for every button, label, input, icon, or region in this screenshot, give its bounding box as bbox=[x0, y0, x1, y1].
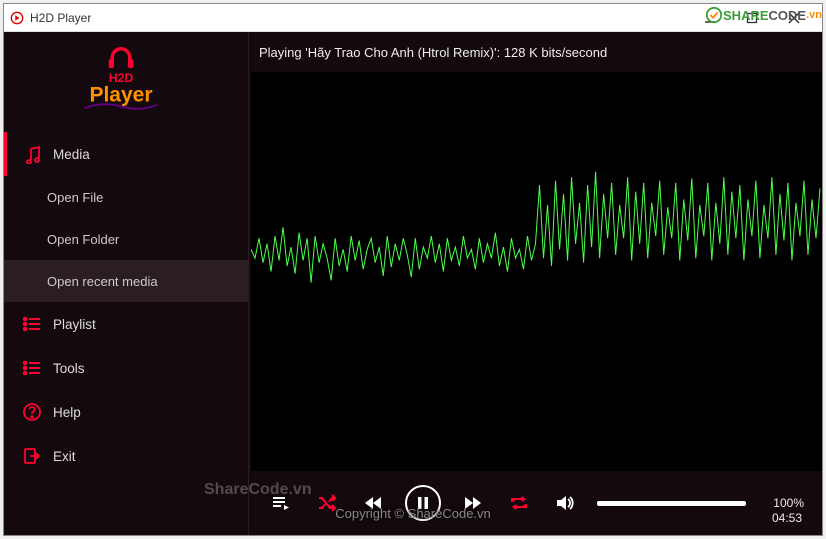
sliders-icon bbox=[21, 357, 43, 379]
list-icon bbox=[21, 313, 43, 335]
sidebar-item-label: Tools bbox=[53, 361, 85, 376]
window-title: H2D Player bbox=[30, 11, 696, 25]
next-button[interactable] bbox=[459, 489, 487, 517]
volume-percent: 100% bbox=[764, 496, 804, 510]
elapsed-time: 04:53 bbox=[762, 511, 802, 525]
playlist-button[interactable] bbox=[267, 489, 295, 517]
app-window: H2D Player H2D Player Me bbox=[3, 3, 823, 536]
sidebar-item-open-recent[interactable]: Open recent media bbox=[4, 260, 248, 302]
exit-icon bbox=[21, 445, 43, 467]
sidebar-item-open-folder[interactable]: Open Folder bbox=[4, 218, 248, 260]
music-note-icon bbox=[21, 143, 43, 165]
logo: H2D Player bbox=[4, 32, 248, 132]
previous-button[interactable] bbox=[359, 489, 387, 517]
sidebar-item-media[interactable]: Media bbox=[4, 132, 248, 176]
minimize-button[interactable] bbox=[696, 8, 724, 28]
sidebar-item-exit[interactable]: Exit bbox=[4, 434, 248, 478]
repeat-button[interactable] bbox=[505, 489, 533, 517]
sidebar-item-label: Playlist bbox=[53, 317, 96, 332]
status-bar: Playing 'Hãy Trao Cho Anh (Htrol Remix)'… bbox=[249, 32, 822, 72]
waveform-viewer bbox=[251, 72, 822, 471]
pause-button[interactable] bbox=[405, 485, 441, 521]
sidebar-item-tools[interactable]: Tools bbox=[4, 346, 248, 390]
shuffle-button[interactable] bbox=[313, 489, 341, 517]
sidebar-item-playlist[interactable]: Playlist bbox=[4, 302, 248, 346]
sidebar-item-label: Exit bbox=[53, 449, 76, 464]
maximize-button[interactable] bbox=[738, 8, 766, 28]
sidebar-item-label: Help bbox=[53, 405, 81, 420]
titlebar[interactable]: H2D Player bbox=[4, 4, 822, 32]
playback-controls: 100% bbox=[249, 471, 822, 535]
sidebar-item-open-file[interactable]: Open File bbox=[4, 176, 248, 218]
sidebar: H2D Player Media Open File Open Folder O… bbox=[4, 32, 248, 535]
volume-button[interactable] bbox=[551, 489, 579, 517]
volume-slider[interactable] bbox=[597, 501, 746, 506]
sidebar-item-label: Open Folder bbox=[47, 232, 119, 247]
sidebar-item-label: Open File bbox=[47, 190, 103, 205]
help-icon bbox=[21, 401, 43, 423]
app-icon bbox=[10, 11, 24, 25]
sidebar-item-help[interactable]: Help bbox=[4, 390, 248, 434]
svg-text:Player: Player bbox=[89, 83, 152, 106]
main-panel: Playing 'Hãy Trao Cho Anh (Htrol Remix)'… bbox=[248, 32, 822, 535]
sidebar-item-label: Media bbox=[53, 147, 90, 162]
sidebar-item-label: Open recent media bbox=[47, 274, 158, 289]
close-button[interactable] bbox=[780, 8, 808, 28]
sidebar-menu: Media Open File Open Folder Open recent … bbox=[4, 132, 248, 535]
window-controls bbox=[696, 8, 816, 28]
media-submenu: Open File Open Folder Open recent media bbox=[4, 176, 248, 302]
now-playing-label: Playing 'Hãy Trao Cho Anh (Htrol Remix)'… bbox=[259, 45, 607, 60]
app-body: H2D Player Media Open File Open Folder O… bbox=[4, 32, 822, 535]
